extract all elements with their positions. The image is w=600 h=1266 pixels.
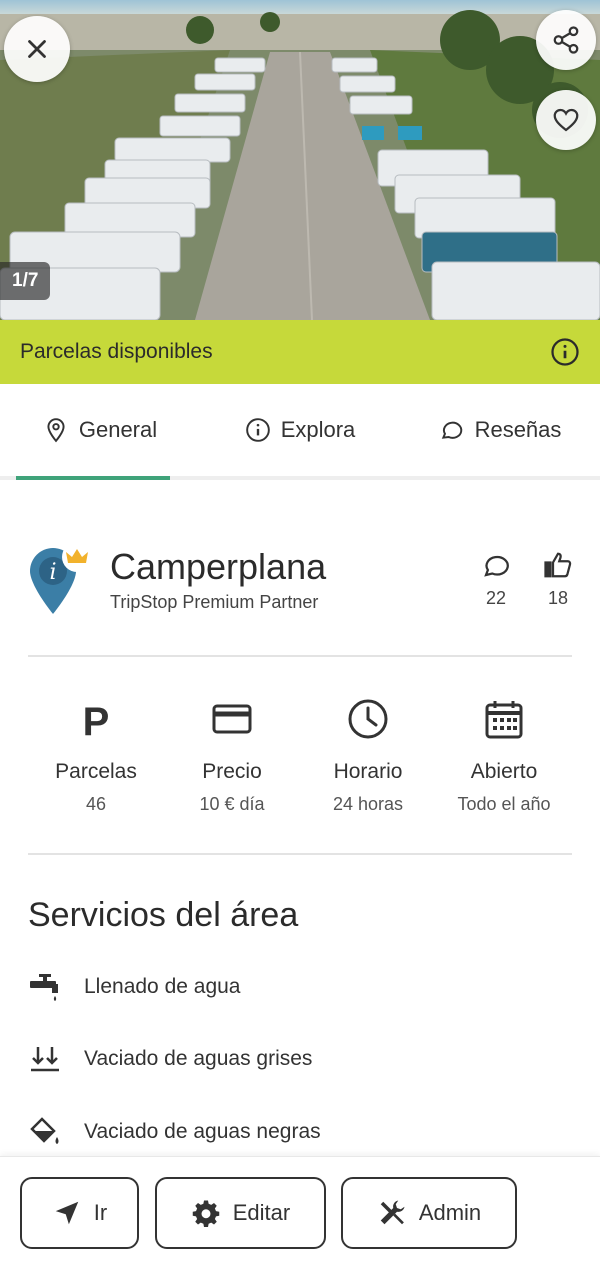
comment-icon [484,555,509,577]
campsite-photo [0,0,600,320]
clock-icon [348,699,388,739]
service-label: Llenado de agua [84,975,241,998]
gallery-counter: 1/7 [0,262,51,300]
chat-bubble-icon [441,421,462,439]
divider [28,655,572,657]
tab-label: General [78,417,158,442]
service-item: Vaciado de aguas negras [28,1112,572,1152]
info-grid: P Parcelas 46 Precio 10 € día Horario 24… [28,696,572,826]
photo-gallery[interactable]: 1/7 [0,0,600,320]
info-parcelas: P Parcelas 46 [28,696,164,826]
edit-button[interactable]: Editar [155,1177,326,1249]
location-pin-icon [47,418,65,443]
info-icon [551,338,579,366]
go-button[interactable]: Ir [20,1177,139,1249]
crown-icon [66,549,88,563]
info-horario: Horario 24 horas [300,696,436,826]
water-tap-icon [30,974,58,1001]
info-label: Abierto [470,760,538,783]
favorite-button[interactable] [536,90,596,150]
comments-stat[interactable]: 22 [476,550,516,609]
likes-count: 18 [547,588,569,608]
service-item: Llenado de agua [28,967,572,1007]
info-label: Precio [202,760,262,783]
bucket-icon [30,1117,59,1144]
tab-label: Explora [280,417,356,442]
go-label: Ir [93,1200,108,1225]
info-value: 46 [85,794,107,814]
tab-resenas[interactable]: Reseñas [400,384,600,476]
thumbs-up-icon [544,552,572,578]
tab-explora[interactable]: Explora [200,384,400,476]
tab-label: Reseñas [474,417,562,442]
availability-label: Parcelas disponibles [20,340,213,363]
info-abierto: Abierto Todo el año [436,696,572,826]
close-icon [28,40,46,58]
credit-card-icon [212,704,252,734]
edit-label: Editar [232,1200,291,1225]
action-bar: Ir Editar Admin [0,1156,600,1266]
heart-icon [553,108,579,132]
likes-stat[interactable]: 18 [538,550,578,609]
divider [28,853,572,855]
info-label: Horario [333,760,403,783]
info-value: 24 horas [332,794,404,814]
share-icon [553,26,579,54]
tab-bar: General Explora Reseñas [0,384,600,480]
admin-label: Admin [418,1200,482,1225]
calendar-icon [485,701,523,739]
svg-text:P: P [83,700,110,741]
service-label: Vaciado de aguas negras [84,1120,321,1143]
navigation-arrow-icon [55,1201,79,1225]
svg-text:i: i [49,560,56,585]
tab-general[interactable]: General [0,384,200,480]
gear-icon [192,1200,219,1227]
info-label: Parcelas [55,760,137,783]
availability-info-button[interactable] [550,337,580,367]
tools-icon [380,1200,405,1225]
admin-button[interactable]: Admin [341,1177,517,1249]
double-arrow-down-icon [31,1047,59,1072]
info-precio: Precio 10 € día [164,696,300,826]
services-title: Servicios del área [28,896,299,934]
info-value: 10 € día [199,794,265,814]
service-label: Vaciado de aguas grises [84,1047,313,1070]
service-item: Vaciado de aguas grises [28,1039,572,1079]
place-header: i Camperplana TripStop Premium Partner 2… [28,540,572,620]
crown-badge [62,542,92,572]
place-name: Camperplana [110,546,327,587]
availability-bar: Parcelas disponibles [0,320,600,384]
place-subtitle: TripStop Premium Partner [110,592,319,612]
info-value: Todo el año [457,794,551,814]
share-button[interactable] [536,10,596,70]
info-icon [245,418,270,442]
parking-icon: P [83,700,110,741]
close-button[interactable] [4,16,70,82]
comments-count: 22 [485,588,507,608]
